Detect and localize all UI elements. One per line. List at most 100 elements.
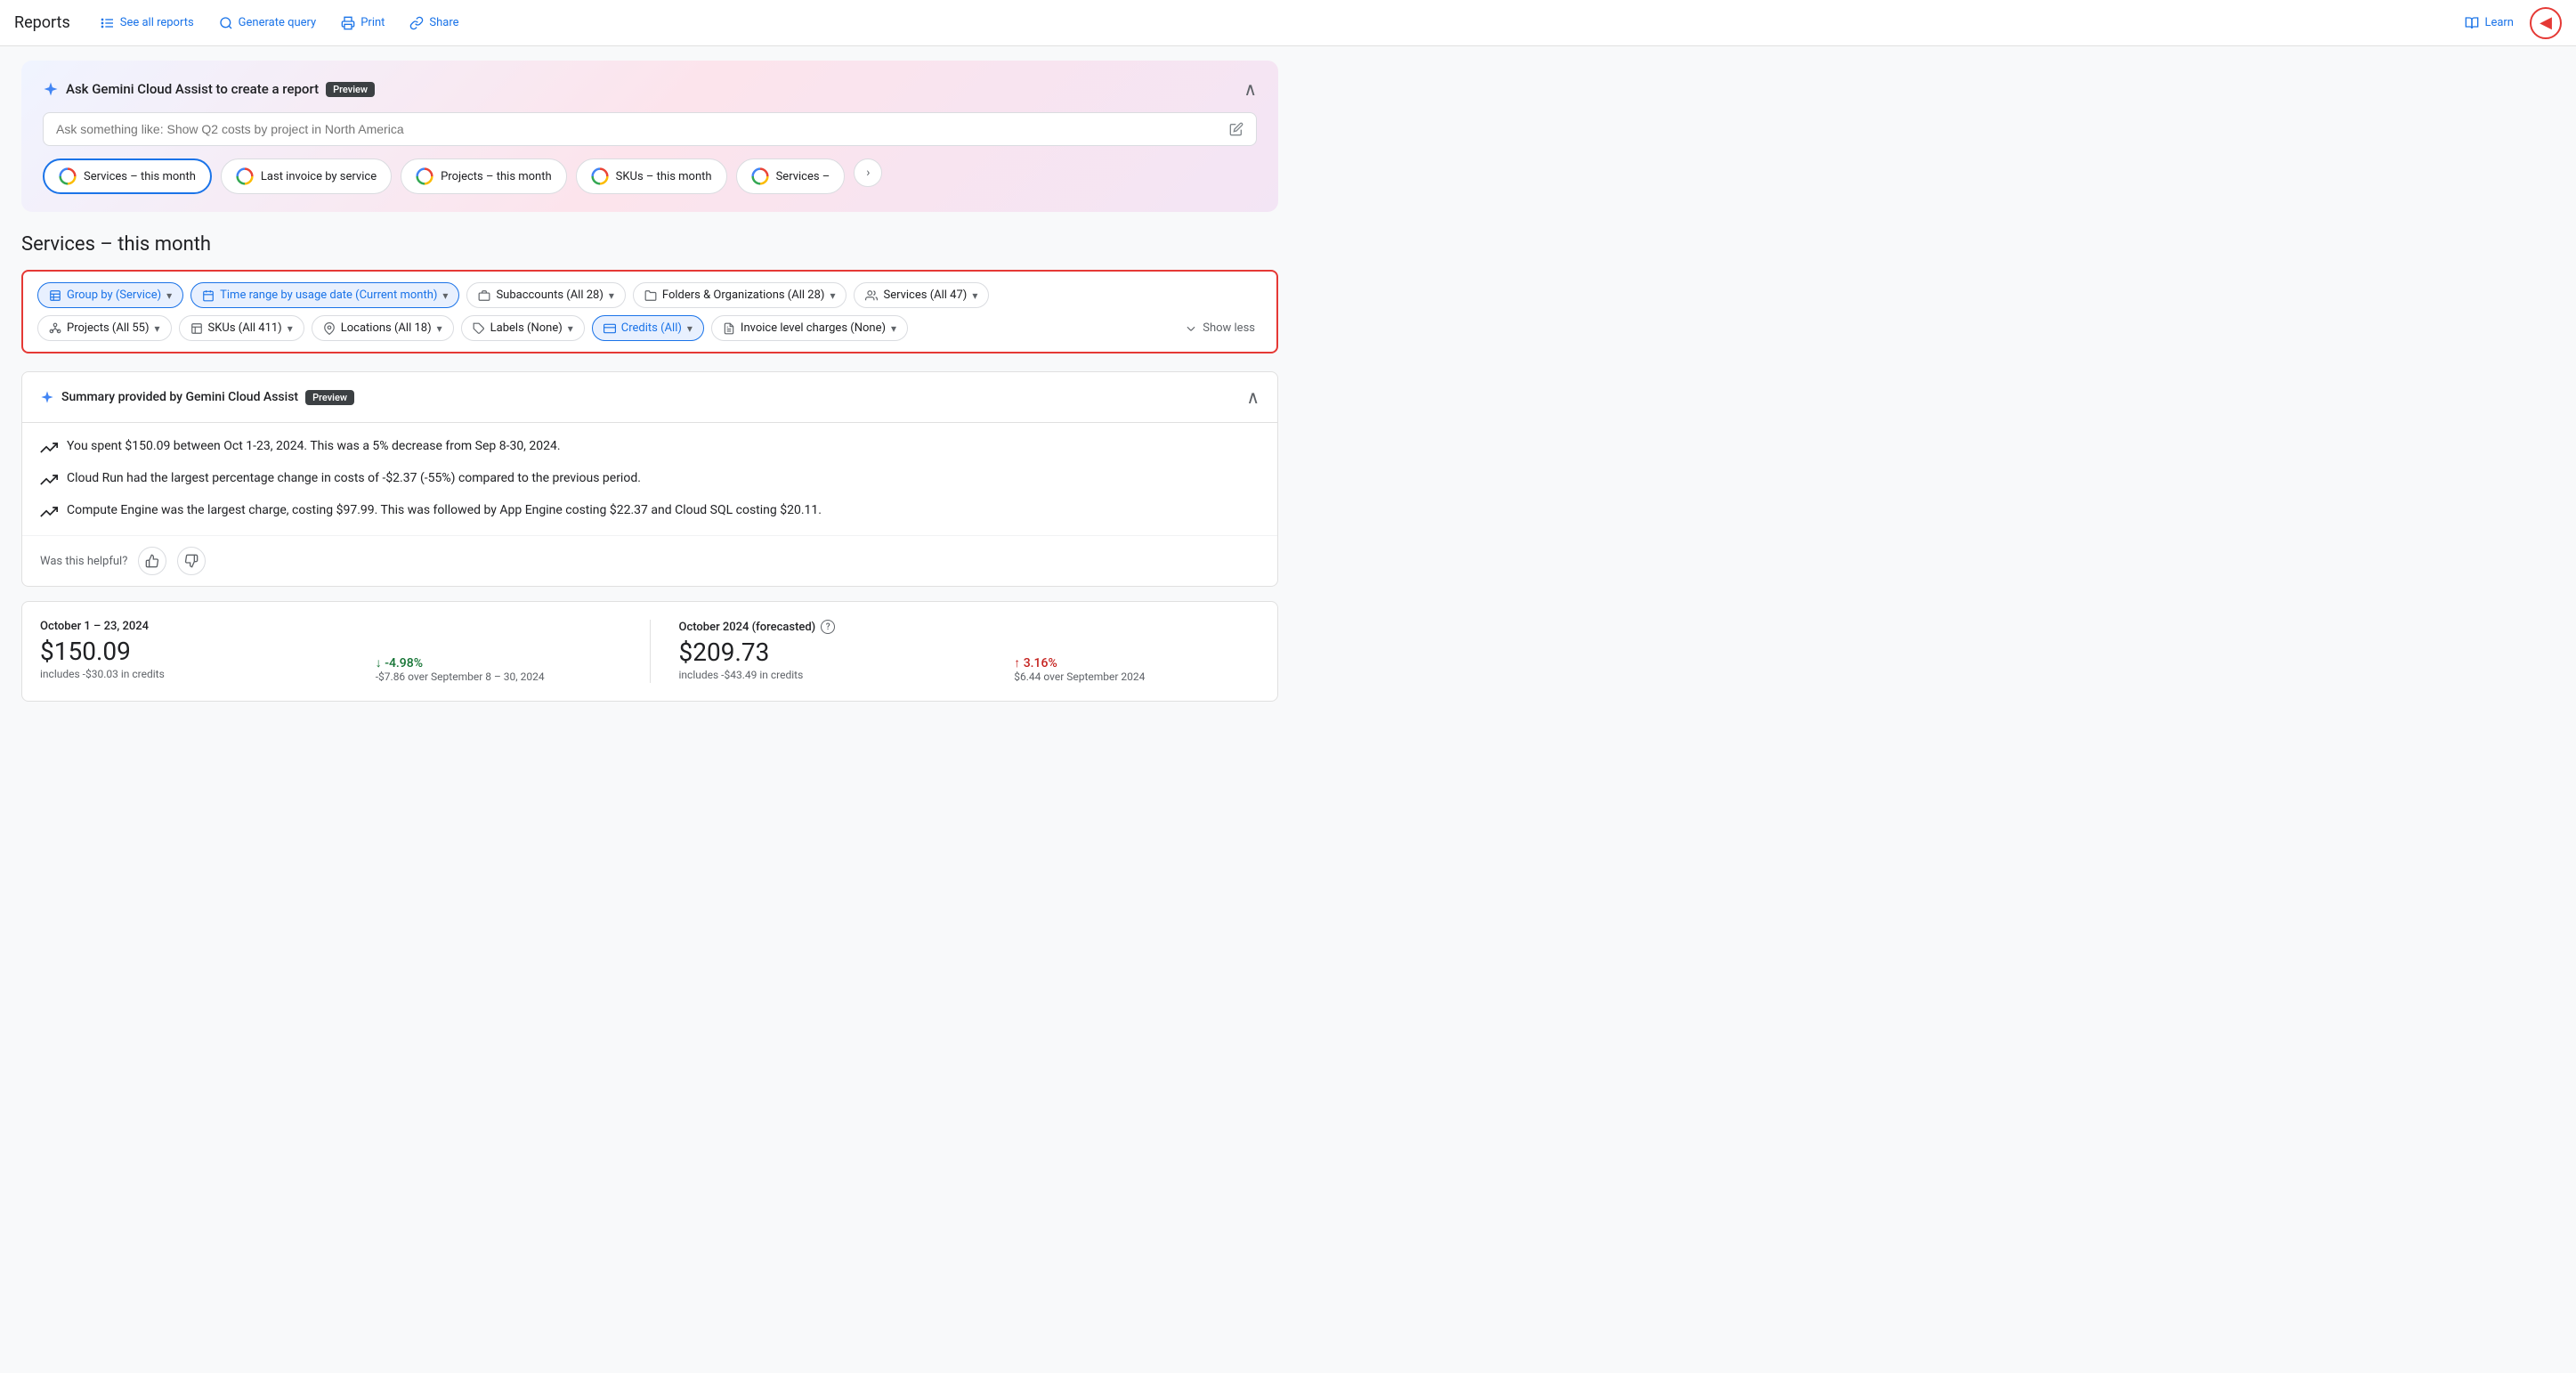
skus-filter[interactable]: SKUs (All 411) ▾ (179, 315, 304, 341)
current-change-sub: -$7.86 over September 8 – 30, 2024 (376, 670, 621, 683)
skus-label: SKUs (All 411) (208, 321, 282, 335)
collapse-icon (1185, 322, 1197, 335)
print-icon (341, 16, 355, 30)
summary-text-2: Cloud Run had the largest percentage cha… (67, 469, 641, 488)
gemini-collapse-button[interactable]: ∧ (1243, 78, 1257, 100)
current-sub: includes -$30.03 in credits (40, 668, 347, 680)
credits-filter[interactable]: Credits (All) ▾ (592, 315, 704, 341)
chip-projects-label: Projects – this month (441, 170, 552, 183)
generate-query-link[interactable]: Generate query (210, 11, 326, 36)
chip-skus[interactable]: SKUs – this month (576, 158, 727, 194)
chip-projects[interactable]: Projects – this month (401, 158, 567, 194)
services-filter[interactable]: Services (All 47) ▾ (854, 282, 989, 308)
locations-filter[interactable]: Locations (All 18) ▾ (312, 315, 454, 341)
share-link[interactable]: Share (401, 11, 467, 36)
google-color-icon-2 (236, 167, 254, 185)
sparkle-icon-summary (40, 390, 54, 404)
chip-services2[interactable]: Services – (736, 158, 846, 194)
learn-link[interactable]: Learn (2456, 11, 2523, 36)
gemini-input-row (43, 112, 1257, 146)
gemini-search-input[interactable] (56, 122, 1222, 136)
gemini-header: Ask Gemini Cloud Assist to create a repo… (43, 78, 1257, 100)
time-range-filter[interactable]: Time range by usage date (Current month)… (190, 282, 459, 308)
chips-next-button[interactable]: › (854, 158, 882, 187)
chip-services2-label: Services – (776, 170, 830, 183)
forecast-period-text: October 2024 (forecasted) (679, 621, 816, 634)
current-change: ↓ -4.98% (376, 655, 621, 670)
gemini-title-text: Ask Gemini Cloud Assist to create a repo… (66, 81, 319, 97)
time-range-chevron: ▾ (442, 289, 448, 302)
forecast-period: October 2024 (forecasted) ? (679, 620, 986, 634)
thumbs-up-button[interactable] (138, 547, 166, 575)
learn-icon (2465, 16, 2479, 30)
group-by-label: Group by (Service) (67, 288, 161, 302)
group-by-filter[interactable]: Group by (Service) ▾ (37, 282, 183, 308)
subaccounts-icon (478, 289, 490, 302)
services-chevron: ▾ (972, 289, 977, 302)
labels-chevron: ▾ (568, 322, 573, 335)
panel-toggle-button[interactable]: ◀ (2530, 7, 2562, 39)
skus-chevron: ▾ (288, 322, 293, 335)
forecast-stats: October 2024 (forecasted) ? $209.73 incl… (679, 620, 986, 683)
trend-icon-2 (40, 471, 58, 489)
folders-label: Folders & Organizations (All 28) (662, 288, 825, 302)
helpful-label: Was this helpful? (40, 555, 127, 568)
see-all-reports-label: See all reports (120, 16, 194, 29)
gemini-card: Ask Gemini Cloud Assist to create a repo… (21, 61, 1278, 212)
summary-collapse-button[interactable]: ∧ (1246, 386, 1260, 408)
stats-divider (650, 620, 651, 683)
locations-label: Locations (All 18) (341, 321, 432, 335)
current-period: October 1 – 23, 2024 (40, 620, 347, 633)
subaccounts-filter[interactable]: Subaccounts (All 28) ▾ (466, 282, 625, 308)
current-change-block: ↓ -4.98% -$7.86 over September 8 – 30, 2… (376, 620, 621, 683)
generate-query-label: Generate query (239, 16, 317, 29)
stats-row: October 1 – 23, 2024 $150.09 includes -$… (21, 601, 1278, 702)
main-content: Ask Gemini Cloud Assist to create a repo… (0, 46, 1300, 716)
quick-chips: Services – this month Last invoice by se… (43, 158, 1257, 194)
calendar-icon (202, 289, 215, 302)
google-color-icon-4 (591, 167, 609, 185)
helpful-row: Was this helpful? (22, 535, 1277, 586)
invoice-charges-label: Invoice level charges (None) (741, 321, 886, 335)
time-range-label: Time range by usage date (Current month) (220, 288, 437, 302)
forecast-sub: includes -$43.49 in credits (679, 669, 986, 681)
thumbs-down-icon (184, 554, 198, 568)
labels-label: Labels (None) (490, 321, 563, 335)
invoice-charges-filter[interactable]: Invoice level charges (None) ▾ (711, 315, 908, 341)
folders-chevron: ▾ (830, 289, 835, 302)
projects-chevron: ▾ (155, 322, 160, 335)
locations-chevron: ▾ (437, 322, 442, 335)
summary-title: Summary provided by Gemini Cloud Assist … (40, 390, 354, 405)
chip-services-label: Services – this month (84, 170, 196, 183)
summary-preview-badge: Preview (305, 390, 354, 405)
search-icon (219, 16, 233, 30)
thumbs-up-icon (145, 554, 159, 568)
folders-filter[interactable]: Folders & Organizations (All 28) ▾ (633, 282, 847, 308)
table-icon (49, 289, 61, 302)
summary-card: Summary provided by Gemini Cloud Assist … (21, 371, 1278, 587)
top-navigation: Reports See all reports Generate query P… (0, 0, 2576, 46)
show-less-button[interactable]: Show less (1178, 316, 1262, 340)
thumbs-down-button[interactable] (177, 547, 206, 575)
chip-invoice-label: Last invoice by service (261, 170, 377, 183)
chip-services-this-month[interactable]: Services – this month (43, 158, 212, 194)
app-title: Reports (14, 13, 70, 32)
labels-filter[interactable]: Labels (None) ▾ (461, 315, 585, 341)
chip-last-invoice[interactable]: Last invoice by service (221, 158, 392, 194)
see-all-reports-link[interactable]: See all reports (92, 11, 203, 36)
edit-icon (1229, 122, 1243, 136)
forecast-amount: $209.73 (679, 638, 986, 667)
projects-filter[interactable]: Projects (All 55) ▾ (37, 315, 172, 341)
forecast-help-icon[interactable]: ? (821, 620, 835, 634)
filter-row-1: Group by (Service) ▾ Time range by usage… (37, 282, 1262, 308)
list-icon (101, 16, 115, 30)
google-color-icon-5 (751, 167, 769, 185)
invoice-charges-chevron: ▾ (891, 322, 896, 335)
google-color-icon-3 (416, 167, 433, 185)
google-color-icon-1 (59, 167, 77, 185)
summary-text-3: Compute Engine was the largest charge, c… (67, 501, 822, 520)
summary-item-2: Cloud Run had the largest percentage cha… (40, 469, 1260, 489)
location-icon (323, 322, 336, 335)
gemini-preview-badge: Preview (326, 82, 375, 97)
print-link[interactable]: Print (332, 11, 393, 36)
